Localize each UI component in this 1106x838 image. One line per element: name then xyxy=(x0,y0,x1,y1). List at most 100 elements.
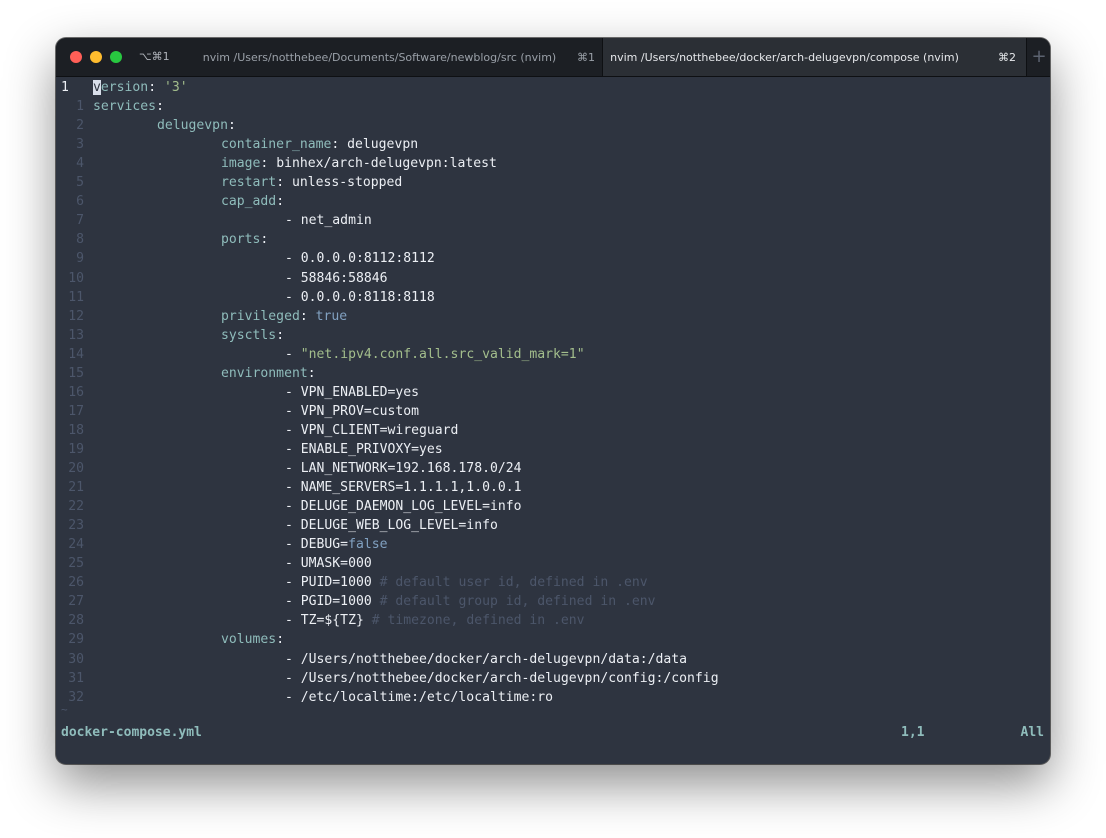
code-line[interactable]: 4 image: binhex/arch-delugevpn:latest xyxy=(56,154,1050,173)
token-text: - DELUGE_WEB_LOG_LEVEL=info xyxy=(285,518,498,534)
token-text: : binhex/arch-delugevpn:latest xyxy=(260,156,497,172)
token-key: environment xyxy=(221,365,308,381)
code-line[interactable]: 15 environment: xyxy=(56,364,1050,383)
code-text: privileged: true xyxy=(221,307,347,326)
token-text: : xyxy=(299,308,316,324)
code-line[interactable]: 32 - /etc/localtime:/etc/localtime:ro xyxy=(56,688,1050,707)
code-text: - UMASK=000 xyxy=(285,554,372,573)
token-text: : xyxy=(227,118,236,134)
code-line[interactable]: 9 - 0.0.0.0:8112:8112 xyxy=(56,249,1050,268)
tab-newblog[interactable]: nvim /Users/notthebee/Documents/Software… xyxy=(188,38,601,76)
token-text: - 58846:58846 xyxy=(285,270,388,286)
code-text: version: '3' xyxy=(93,78,188,97)
code-line[interactable]: 30 - /Users/notthebee/docker/arch-delugev… xyxy=(56,650,1050,669)
code-text: - ENABLE_PRIVOXY=yes xyxy=(285,440,443,459)
line-number: 2 xyxy=(76,118,84,134)
code-line[interactable]: 10 - 58846:58846 xyxy=(56,269,1050,288)
token-text: : delugevpn xyxy=(331,137,419,153)
status-scroll-indicator: All xyxy=(1020,725,1044,740)
token-text: - VPN_CLIENT=wireguard xyxy=(285,422,459,438)
code-line[interactable]: 28 - TZ=${TZ} # timezone, defined in .env xyxy=(56,611,1050,630)
token-bool: true xyxy=(315,308,348,324)
token-text: : unless-stopped xyxy=(276,175,403,191)
token-comment: # timezone, defined in .env xyxy=(371,613,585,629)
code-text: - PUID=1000 # default user id, defined i… xyxy=(285,573,648,592)
editor-buffer[interactable]: 1 version: '3' 1 services: 2 delugevpn: 3 conta… xyxy=(56,77,1050,725)
line-number: 19 xyxy=(68,441,84,457)
code-text: - DEBUG=false xyxy=(285,535,388,554)
code-line[interactable]: 25 - UMASK=000 xyxy=(56,554,1050,573)
token-text: - TZ=${TZ} xyxy=(285,613,372,629)
code-line[interactable]: 27 - PGID=1000 # default group id, define… xyxy=(56,592,1050,611)
code-line[interactable]: 13 sysctls: xyxy=(56,326,1050,345)
status-filename: docker-compose.yml xyxy=(61,725,202,740)
status-line: docker-compose.yml 1,1 All xyxy=(56,722,1050,744)
end-of-buffer-marker: ~ xyxy=(61,706,68,714)
line-number: 32 xyxy=(68,689,84,705)
code-line[interactable]: 19 - ENABLE_PRIVOXY=yes xyxy=(56,440,1050,459)
maximize-window-button[interactable] xyxy=(110,51,122,63)
code-text: ports: xyxy=(221,230,268,249)
code-line[interactable]: 18 - VPN_CLIENT=wireguard xyxy=(56,421,1050,440)
code-text: image: binhex/arch-delugevpn:latest xyxy=(221,154,497,173)
token-key: volumes xyxy=(221,632,277,648)
line-number: 5 xyxy=(76,175,84,191)
code-line[interactable]: 1 services: xyxy=(56,97,1050,116)
code-line[interactable]: 17 - VPN_PROV=custom xyxy=(56,402,1050,421)
tab-shortcut: ⌘2 xyxy=(998,50,1016,64)
token-key: privileged xyxy=(221,308,300,324)
token-text: - NAME_SERVERS=1.1.1.1,1.0.0.1 xyxy=(285,480,522,496)
code-text: - /Users/notthebee/docker/arch-delugevpn… xyxy=(285,650,687,669)
token-text: - PGID=1000 xyxy=(285,594,380,610)
code-line[interactable]: 22 - DELUGE_DAEMON_LOG_LEVEL=info xyxy=(56,497,1050,516)
code-text: - 58846:58846 xyxy=(285,269,387,288)
close-window-button[interactable] xyxy=(70,51,82,63)
line-number: 21 xyxy=(68,480,84,496)
new-tab-button[interactable]: + xyxy=(1026,38,1050,76)
token-key: restart xyxy=(221,175,277,191)
code-line[interactable]: 23 - DELUGE_WEB_LOG_LEVEL=info xyxy=(56,516,1050,535)
code-text: - "net.ipv4.conf.all.src_valid_mark=1" xyxy=(285,345,585,364)
token-text: - VPN_ENABLED=yes xyxy=(285,384,420,400)
tab-compose[interactable]: nvim /Users/notthebee/docker/arch-deluge… xyxy=(602,38,1026,76)
token-key: image xyxy=(221,156,261,172)
code-line[interactable]: 7 - net_admin xyxy=(56,211,1050,230)
token-key: delugevpn xyxy=(157,118,228,134)
code-line[interactable]: 6 cap_add: xyxy=(56,192,1050,211)
token-text: : xyxy=(156,99,164,115)
code-line[interactable]: 21 - NAME_SERVERS=1.1.1.1,1.0.0.1 xyxy=(56,478,1050,497)
code-line[interactable]: 24 - DEBUG=false xyxy=(56,535,1050,554)
code-line[interactable]: 5 restart: unless-stopped xyxy=(56,173,1050,192)
code-line[interactable]: 16 - VPN_ENABLED=yes xyxy=(56,383,1050,402)
code-line[interactable]: 29 volumes: xyxy=(56,630,1050,649)
code-line[interactable]: 3 container_name: delugevpn xyxy=(56,135,1050,154)
line-number: 26 xyxy=(68,575,84,591)
token-key: cap_add xyxy=(221,194,277,210)
code-line[interactable]: 31 - /Users/notthebee/docker/arch-delugev… xyxy=(56,669,1050,688)
line-number: 25 xyxy=(68,556,84,572)
code-text: - VPN_CLIENT=wireguard xyxy=(285,421,458,440)
title-bar: ⌥⌘1 nvim /Users/notthebee/Documents/Soft… xyxy=(56,38,1050,77)
token-text: : xyxy=(276,194,285,210)
code-line[interactable]: 11 - 0.0.0.0:8118:8118 xyxy=(56,288,1050,307)
line-number: 29 xyxy=(68,632,84,648)
token-text: - net_admin xyxy=(285,213,372,229)
code-line[interactable]: 12 privileged: true xyxy=(56,307,1050,326)
code-line[interactable]: 26 - PUID=1000 # default user id, defined… xyxy=(56,573,1050,592)
code-line[interactable]: 1 version: '3' xyxy=(56,78,1050,97)
minimize-window-button[interactable] xyxy=(90,51,102,63)
line-number: 28 xyxy=(68,613,84,629)
code-line[interactable]: 2 delugevpn: xyxy=(56,116,1050,135)
token-text: : xyxy=(276,327,285,343)
code-line[interactable]: 8 ports: xyxy=(56,230,1050,249)
code-text: - VPN_PROV=custom xyxy=(285,402,419,421)
token-str: "net.ipv4.conf.all.src_valid_mark=1" xyxy=(300,346,585,362)
code-text: services: xyxy=(93,97,164,116)
line-number: 11 xyxy=(68,289,84,305)
token-text: - DEBUG= xyxy=(285,537,349,553)
token-key: sysctls xyxy=(221,327,277,343)
code-line[interactable]: 20 - LAN_NETWORK=192.168.178.0/24 xyxy=(56,459,1050,478)
line-number: 27 xyxy=(68,594,84,610)
line-number: 15 xyxy=(68,365,84,381)
code-line[interactable]: 14 - "net.ipv4.conf.all.src_valid_mark=1" xyxy=(56,345,1050,364)
